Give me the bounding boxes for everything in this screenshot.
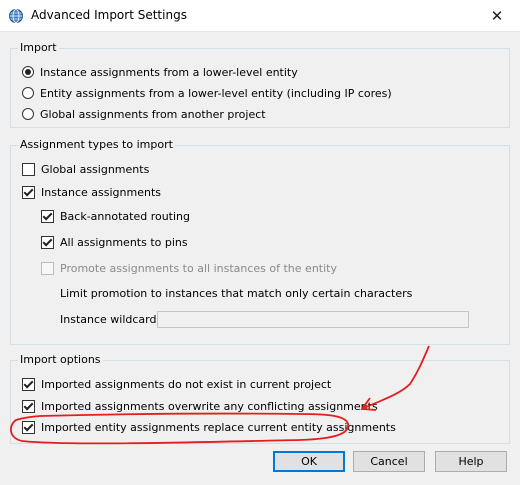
radio-button-selected[interactable]: [22, 66, 34, 78]
checkbox-label: Back-annotated routing: [60, 209, 191, 223]
checkbox-not-exist[interactable]: Imported assignments do not exist in cur…: [22, 376, 331, 392]
radio-label: Entity assignments from a lower-level en…: [40, 86, 392, 100]
radio-global-assignments[interactable]: Global assignments from another project: [22, 106, 266, 122]
checkbox-promote-assignments: Promote assignments to all instances of …: [41, 260, 337, 276]
checkbox-checked[interactable]: [22, 420, 35, 434]
ok-button[interactable]: OK: [273, 451, 345, 472]
checkbox-all-assignments-to-pins[interactable]: All assignments to pins: [41, 234, 188, 250]
close-icon: ✕: [490, 6, 504, 25]
radio-entity-assignments[interactable]: Entity assignments from a lower-level en…: [22, 85, 392, 101]
checkbox-checked[interactable]: [41, 235, 54, 249]
checkbox-overwrite[interactable]: Imported assignments overwrite any confl…: [22, 398, 378, 414]
checkbox-checked[interactable]: [22, 399, 35, 413]
help-button-label: Help: [458, 455, 484, 468]
checkbox-checked[interactable]: [22, 377, 35, 391]
checkbox-label: Imported assignments do not exist in cur…: [41, 377, 332, 391]
checkbox-label: Promote assignments to all instances of …: [60, 261, 337, 275]
instance-wildcard-input[interactable]: [157, 311, 469, 328]
globe-icon: [9, 9, 23, 23]
radio-button[interactable]: [22, 108, 34, 120]
ok-button-label: OK: [301, 455, 317, 468]
checkbox-disabled: [41, 261, 54, 275]
import-options-group-title: Import options: [18, 353, 103, 367]
cancel-button-label: Cancel: [370, 455, 408, 468]
limit-promotion-text: Limit promotion to instances that match …: [60, 287, 413, 300]
checkbox-label: Imported assignments overwrite any confl…: [41, 399, 378, 413]
checkbox-global-assignments[interactable]: Global assignments: [22, 161, 149, 177]
help-button[interactable]: Help: [435, 451, 507, 472]
import-group-title: Import: [18, 41, 59, 55]
checkbox-unchecked[interactable]: [22, 162, 35, 176]
window-title: Advanced Import Settings: [31, 8, 187, 22]
checkbox-instance-assignments[interactable]: Instance assignments: [22, 184, 161, 200]
close-button[interactable]: ✕: [474, 0, 520, 31]
checkbox-label: Instance assignments: [41, 185, 161, 199]
checkbox-label: All assignments to pins: [60, 235, 188, 249]
checkbox-label: Global assignments: [41, 162, 150, 176]
assignment-types-group-title: Assignment types to import: [18, 138, 175, 152]
cancel-button[interactable]: Cancel: [353, 451, 425, 472]
checkbox-replace[interactable]: Imported entity assignments replace curr…: [22, 419, 396, 435]
radio-button[interactable]: [22, 87, 34, 99]
radio-instance-assignments[interactable]: Instance assignments from a lower-level …: [22, 64, 298, 80]
checkbox-checked[interactable]: [22, 185, 35, 199]
radio-label: Global assignments from another project: [40, 107, 266, 121]
radio-label: Instance assignments from a lower-level …: [40, 65, 298, 79]
checkbox-label: Imported entity assignments replace curr…: [41, 420, 396, 434]
checkbox-checked[interactable]: [41, 209, 54, 223]
checkbox-back-annotated-routing[interactable]: Back-annotated routing: [41, 208, 190, 224]
title-bar: Advanced Import Settings ✕: [0, 0, 520, 32]
instance-wildcard-label: Instance wildcard:: [60, 313, 161, 326]
